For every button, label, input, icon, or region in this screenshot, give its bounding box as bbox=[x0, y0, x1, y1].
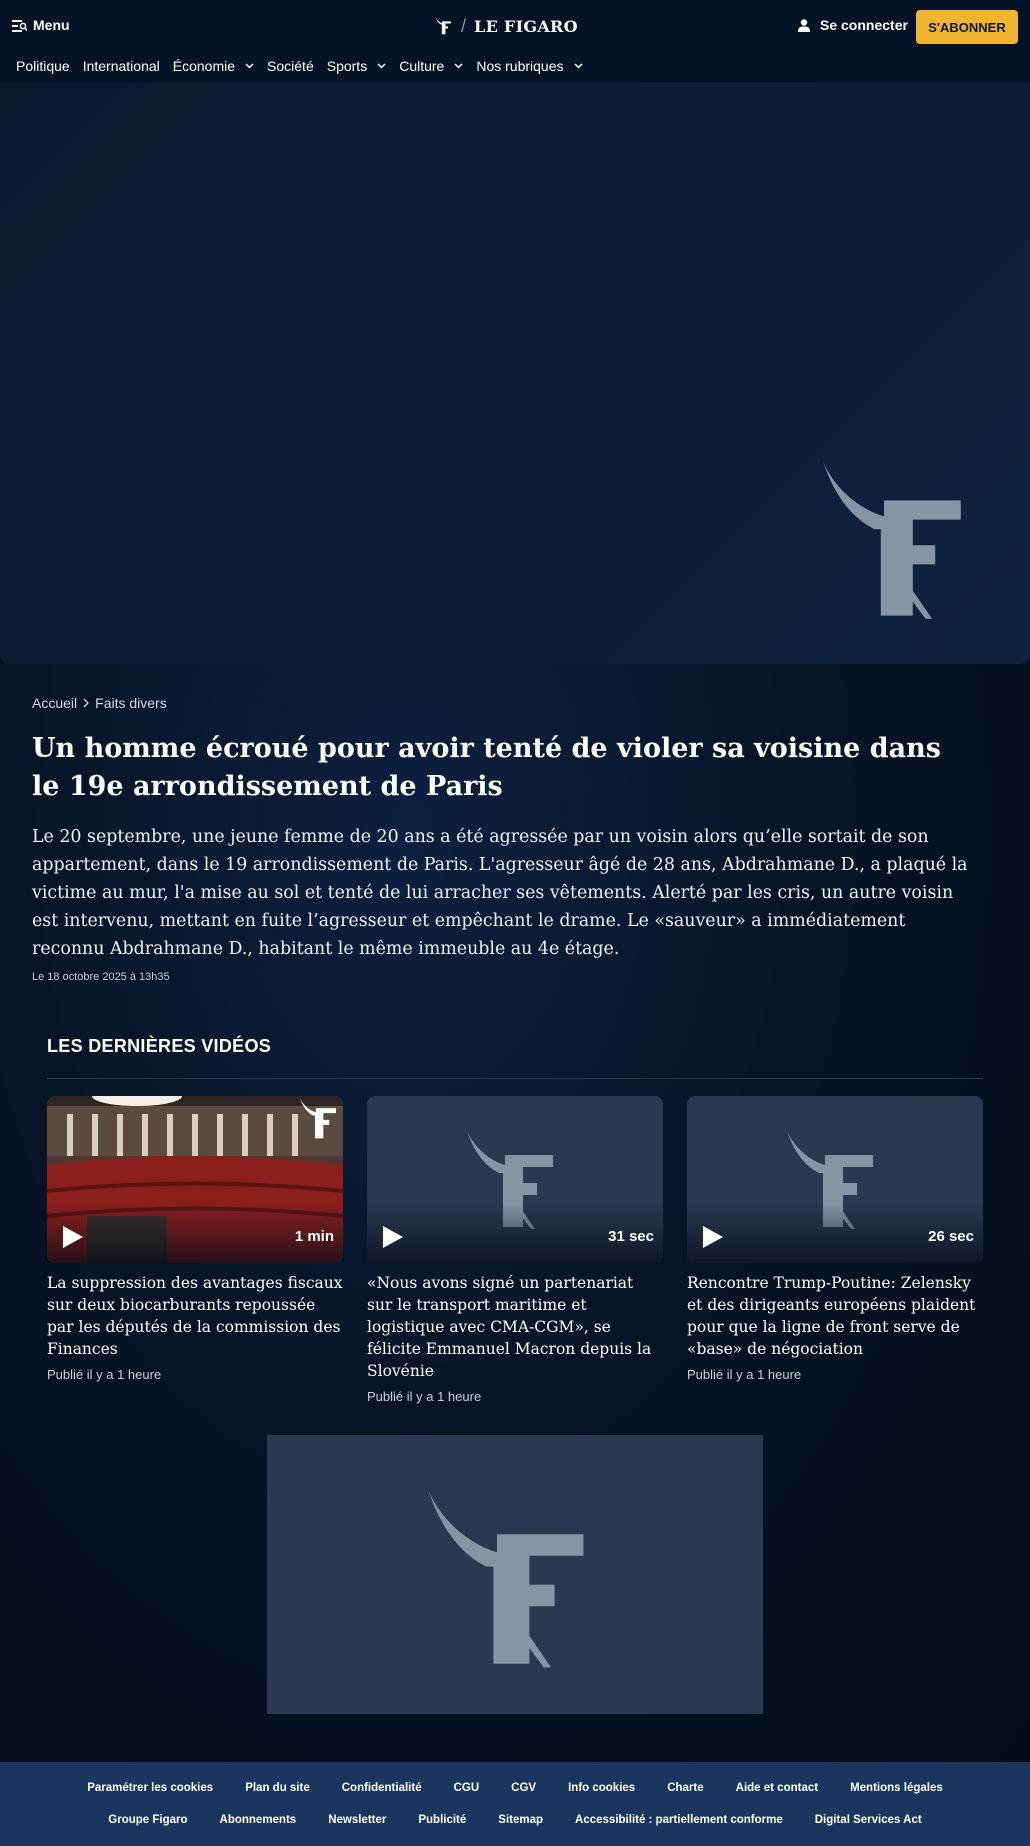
nav-item-nos-rubriques[interactable]: Nos rubriques bbox=[476, 58, 583, 74]
divider bbox=[47, 1078, 983, 1079]
video-title[interactable]: Rencontre Trump-Poutine: Zelensky et des… bbox=[687, 1272, 983, 1360]
footer-link-cgu[interactable]: CGU bbox=[454, 1782, 480, 1794]
nav-label: Sports bbox=[326, 58, 368, 74]
footer-links-row-1: Paramétrer les cookies Plan du site Conf… bbox=[0, 1782, 1030, 1794]
footer-link-advertising[interactable]: Publicité bbox=[418, 1814, 466, 1826]
chevron-down-icon bbox=[454, 63, 463, 69]
breadcrumb: Accueil Faits divers bbox=[32, 695, 167, 711]
logo-wordmark: LE FIGARO bbox=[474, 16, 578, 36]
video-card[interactable]: 31 sec «Nous avons signé un partenariat … bbox=[367, 1096, 663, 1404]
figaro-f-icon bbox=[435, 17, 451, 35]
site-logo[interactable]: / LE FIGARO bbox=[435, 14, 578, 38]
chevron-down-icon bbox=[377, 63, 386, 69]
breadcrumb-home[interactable]: Accueil bbox=[32, 695, 77, 711]
nav-item-societe[interactable]: Société bbox=[267, 58, 314, 74]
nav-item-economie[interactable]: Économie bbox=[173, 58, 254, 74]
footer-link-groupe[interactable]: Groupe Figaro bbox=[108, 1814, 187, 1826]
login-link[interactable]: Se connecter bbox=[798, 14, 908, 36]
footer-link-legal[interactable]: Mentions légales bbox=[850, 1782, 943, 1794]
videos-heading: LES DERNIÈRES VIDÉOS bbox=[47, 1036, 272, 1056]
video-published: Publié il y a 1 heure bbox=[47, 1367, 162, 1382]
play-icon[interactable] bbox=[63, 1226, 83, 1248]
play-icon[interactable] bbox=[703, 1226, 723, 1248]
menu-button[interactable]: Menu bbox=[12, 15, 70, 35]
nav-item-politique[interactable]: Politique bbox=[16, 58, 70, 74]
figaro-logo-icon bbox=[820, 462, 980, 622]
footer-link-cookie-settings[interactable]: Paramétrer les cookies bbox=[87, 1782, 213, 1794]
footer-link-help[interactable]: Aide et contact bbox=[736, 1782, 818, 1794]
article-lede: Le 20 septembre, une jeune femme de 20 a… bbox=[32, 827, 968, 959]
nav-item-culture[interactable]: Culture bbox=[399, 58, 463, 74]
article-title: Un homme écroué pour avoir tenté de viol… bbox=[32, 733, 941, 802]
subscribe-button[interactable]: S'ABONNER bbox=[916, 10, 1018, 44]
footer-link-sitemap[interactable]: Plan du site bbox=[245, 1782, 310, 1794]
footer-link-cookie-info[interactable]: Info cookies bbox=[568, 1782, 635, 1794]
video-card[interactable]: 26 sec Rencontre Trump-Poutine: Zelensky… bbox=[687, 1096, 983, 1382]
article-date: Le 18 octobre 2025 à 13h35 bbox=[32, 971, 170, 983]
video-thumbnail[interactable]: 26 sec bbox=[687, 1096, 983, 1263]
logo-divider: / bbox=[461, 15, 467, 36]
footer-link-subscriptions[interactable]: Abonnements bbox=[220, 1814, 297, 1826]
footer-links-row-2: Groupe Figaro Abonnements Newsletter Pub… bbox=[0, 1814, 1030, 1826]
footer-link-accessibility[interactable]: Accessibilité : partiellement conforme bbox=[575, 1814, 783, 1826]
figaro-logo-icon bbox=[425, 1491, 605, 1671]
nav-label: Politique bbox=[16, 58, 70, 74]
login-label: Se connecter bbox=[820, 17, 908, 33]
menu-label: Menu bbox=[33, 17, 70, 33]
play-icon[interactable] bbox=[383, 1226, 403, 1248]
footer-link-sitemap-xml[interactable]: Sitemap bbox=[498, 1814, 543, 1826]
figaro-watermark-icon bbox=[299, 1098, 336, 1139]
footer-link-privacy[interactable]: Confidentialité bbox=[342, 1782, 422, 1794]
chevron-right-icon bbox=[83, 698, 90, 708]
hero-image-placeholder bbox=[0, 82, 1030, 664]
breadcrumb-section[interactable]: Faits divers bbox=[95, 695, 167, 711]
nav-label: Nos rubriques bbox=[476, 58, 564, 74]
nav-item-sports[interactable]: Sports bbox=[327, 58, 386, 74]
video-thumbnail[interactable]: 1 min bbox=[47, 1096, 343, 1263]
footer: Paramétrer les cookies Plan du site Conf… bbox=[0, 1762, 1030, 1846]
video-published: Publié il y a 1 heure bbox=[687, 1367, 802, 1382]
footer-link-charter[interactable]: Charte bbox=[667, 1782, 703, 1794]
video-duration: 26 sec bbox=[928, 1228, 974, 1245]
footer-link-cgv[interactable]: CGV bbox=[511, 1782, 536, 1794]
main-nav: Politique International Économie Société… bbox=[0, 50, 1030, 82]
top-bar: Menu / LE FIGARO Se connecter S'ABONNER bbox=[0, 0, 1030, 50]
video-title[interactable]: «Nous avons signé un partenariat sur le … bbox=[367, 1272, 663, 1382]
video-title[interactable]: La suppression des avantages fiscaux sur… bbox=[47, 1272, 343, 1360]
video-duration: 1 min bbox=[294, 1228, 334, 1245]
ad-placeholder bbox=[267, 1435, 763, 1714]
chevron-down-icon bbox=[573, 63, 583, 69]
nav-label: Économie bbox=[172, 58, 236, 74]
video-card[interactable]: 1 min La suppression des avantages fisca… bbox=[47, 1096, 343, 1382]
user-icon bbox=[798, 18, 810, 32]
video-published: Publié il y a 1 heure bbox=[367, 1389, 482, 1404]
nav-label: International bbox=[82, 58, 160, 74]
footer-link-dsa[interactable]: Digital Services Act bbox=[815, 1814, 922, 1826]
chevron-down-icon bbox=[245, 63, 254, 69]
menu-icon bbox=[12, 19, 27, 32]
nav-item-international[interactable]: International bbox=[83, 58, 160, 74]
video-thumbnail[interactable]: 31 sec bbox=[367, 1096, 663, 1263]
nav-label: Culture bbox=[399, 58, 445, 74]
footer-link-newsletter[interactable]: Newsletter bbox=[328, 1814, 386, 1826]
nav-label: Société bbox=[267, 58, 314, 74]
video-duration: 31 sec bbox=[608, 1228, 654, 1245]
